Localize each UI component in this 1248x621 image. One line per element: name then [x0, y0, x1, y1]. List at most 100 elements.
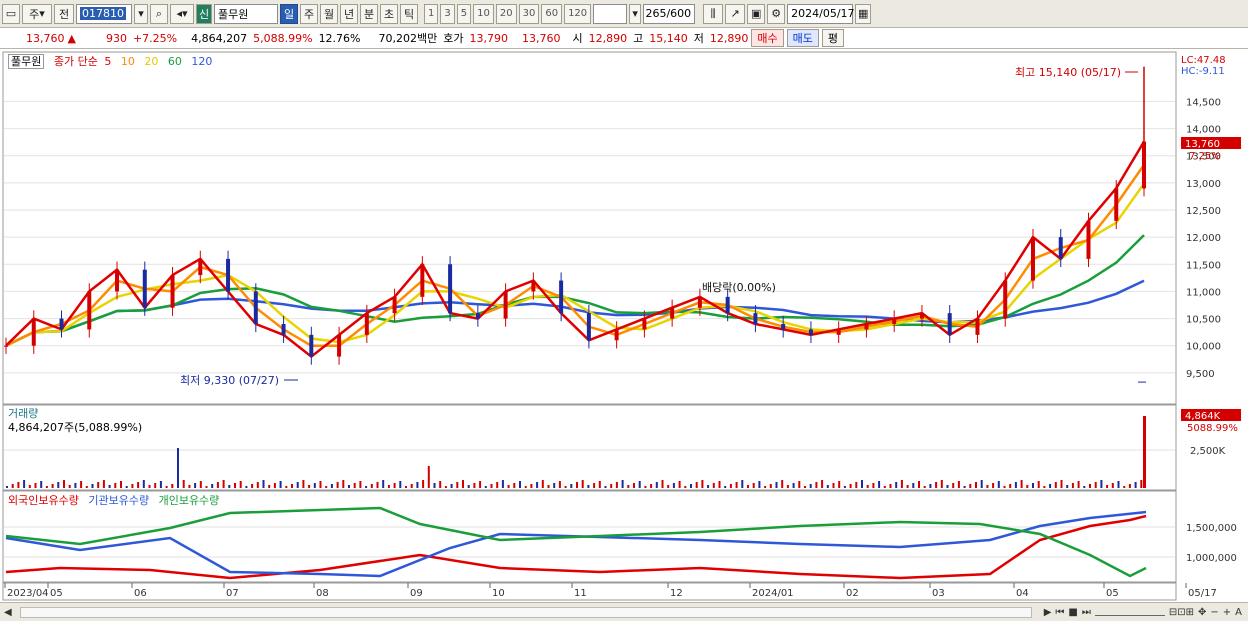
volume-bar [216, 482, 219, 488]
volume-pct: 5,088.99% [253, 31, 313, 45]
period-second[interactable]: 초 [380, 3, 398, 24]
eval-button[interactable]: 평 [821, 29, 844, 47]
high-label: 고 [633, 32, 644, 45]
draw-icon[interactable]: ↗ [725, 3, 746, 24]
interval-custom-input[interactable] [593, 3, 628, 24]
volume-bar [177, 448, 179, 488]
volume-bar [769, 484, 772, 488]
scroll-left-icon[interactable]: ◀ [4, 607, 12, 618]
candle-body [781, 324, 786, 330]
volume-bar [262, 480, 265, 488]
volume-bar [541, 480, 544, 488]
layout-icon[interactable]: ⊟⊡⊞ [1169, 607, 1194, 618]
volume-bar [1032, 483, 1034, 488]
period-month[interactable]: 월 [320, 3, 338, 24]
code-input[interactable]: 017810 [76, 3, 132, 24]
count-field[interactable]: 265/600 [643, 3, 696, 24]
volume-bar [199, 481, 202, 488]
font-icon[interactable]: A [1235, 607, 1242, 618]
candle-body [670, 307, 675, 319]
volume-bar [912, 483, 915, 488]
period-minute[interactable]: 분 [360, 3, 378, 24]
volume-bar [872, 483, 875, 488]
save-icon[interactable]: ▣ [747, 3, 766, 24]
volume-tag: 4,864K [1185, 411, 1221, 422]
volume-bar [439, 481, 442, 488]
interval-10[interactable]: 10 [473, 3, 494, 24]
candle-body [808, 329, 813, 335]
volume-bar [695, 482, 698, 488]
interval-1[interactable]: 1 [424, 3, 439, 24]
stop-icon[interactable]: ■ [1068, 607, 1077, 618]
count-total: /600 [666, 7, 692, 20]
quote-bar: 13,760 ▲ 930 +7.25% 4,864,207 5,088.99% … [0, 28, 1248, 49]
candle-body [919, 313, 924, 319]
candle-body [281, 324, 286, 335]
crosshair-icon[interactable]: ✥ [1198, 607, 1206, 618]
count-value: 265 [645, 7, 667, 20]
volume-bar [519, 481, 521, 488]
speaker-icon[interactable]: ◂▾ [170, 3, 194, 24]
volume-bar [234, 483, 236, 488]
volume-bar [604, 486, 607, 488]
volume-bar [929, 484, 932, 488]
zoom-slider[interactable] [1094, 608, 1165, 616]
search-icon[interactable]: ⌕ [150, 3, 168, 24]
candle-body [947, 313, 952, 335]
scroll-track[interactable] [19, 606, 1032, 618]
interval-3[interactable]: 3 [440, 3, 455, 24]
zoom-out-icon[interactable]: − [1210, 607, 1218, 618]
candle-icon[interactable]: ⫼ [703, 3, 724, 24]
prev-button[interactable]: 전 [54, 3, 74, 24]
volume-bar [729, 484, 732, 488]
rewind-icon[interactable]: ⏮ [1055, 607, 1064, 618]
volume-bar [490, 484, 493, 488]
gear-icon[interactable]: ⚙ [767, 3, 786, 24]
y-tick-label: 11,500 [1186, 260, 1221, 271]
chart-area[interactable]: 14,500 14,000 13,500 13,000 12,500 12,000 11,5… [0, 50, 1248, 602]
candle-body [1086, 220, 1091, 259]
date-field[interactable]: 2024/05/17 [787, 3, 855, 24]
code-dropdown-icon[interactable]: ▾ [134, 3, 148, 24]
volume-bar [68, 485, 71, 488]
x-tick-label: 10 [492, 588, 505, 599]
period-tick[interactable]: 틱 [400, 3, 418, 24]
period-week[interactable]: 주 [300, 3, 318, 24]
candle-body [4, 345, 8, 347]
interval-20[interactable]: 20 [495, 3, 517, 24]
price-change: 930 [105, 31, 127, 45]
volume-bar [330, 484, 333, 488]
zoom-in-icon[interactable]: + [1223, 607, 1231, 618]
price-legend: 풀무원 종가 단순 5 10 20 60 120 [8, 53, 218, 69]
pct-tag: 7.25% [1189, 151, 1221, 162]
interval-30[interactable]: 30 [518, 3, 540, 24]
market-select[interactable]: 주 ▾ [22, 3, 52, 24]
legend-title: 풀무원 [8, 54, 45, 69]
x-tick-label: 05 [50, 588, 63, 599]
buy-button[interactable]: 매수 [751, 29, 784, 47]
volume-bar [416, 482, 419, 488]
interval-5[interactable]: 5 [456, 3, 472, 24]
candle-body [892, 318, 897, 324]
volume-bar [610, 484, 613, 488]
volume-bar [843, 486, 846, 488]
period-day[interactable]: 일 [280, 3, 298, 24]
interval-120[interactable]: 120 [564, 3, 592, 24]
period-year[interactable]: 년 [340, 3, 358, 24]
volume-bar [91, 484, 94, 488]
forward-icon[interactable]: ⏭ [1082, 607, 1091, 618]
volume-bar [866, 485, 869, 488]
price-change-pct: +7.25% [132, 31, 178, 45]
stock-name-field[interactable]: 풀무원 [214, 3, 278, 24]
interval-dropdown-icon[interactable]: ▾ [629, 3, 642, 24]
ask-price: 13,790 [469, 31, 509, 45]
interval-60[interactable]: 60 [541, 3, 563, 24]
chart-type-icon[interactable]: ▭ [2, 3, 20, 24]
calendar-icon[interactable]: ▦ [855, 3, 872, 24]
sell-button[interactable]: 매도 [786, 29, 819, 47]
candle-body [725, 296, 730, 314]
volume-bar [313, 483, 316, 488]
chart-canvas[interactable]: 14,50014,00013,50013,00012,50012,00011,5… [0, 50, 1248, 602]
volume-bar [900, 480, 903, 488]
scroll-right-icon[interactable]: ▶ [1044, 607, 1052, 618]
